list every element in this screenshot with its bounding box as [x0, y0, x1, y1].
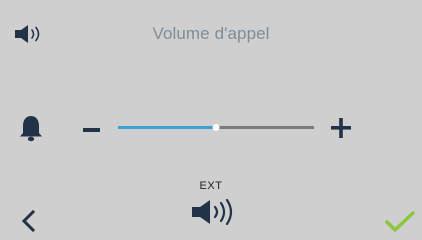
volume-slider-thumb[interactable]: [212, 124, 220, 131]
volume-slider[interactable]: [118, 120, 314, 136]
page-title: Volume d'appel: [152, 24, 270, 43]
volume-increase-button[interactable]: [330, 117, 352, 139]
chevron-left-icon: [21, 209, 36, 233]
volume-slider-fill: [118, 126, 216, 129]
minus-icon: [83, 128, 100, 132]
confirm-button[interactable]: [384, 210, 416, 236]
volume-decrease-button[interactable]: [82, 126, 102, 134]
bell-icon: [18, 114, 44, 142]
external-speaker-button[interactable]: [192, 198, 240, 226]
output-label: EXT: [199, 180, 223, 192]
call-volume-screen: Volume d'appel EXT: [0, 0, 422, 240]
back-button[interactable]: [20, 208, 38, 234]
speaker-icon: [192, 198, 233, 226]
plus-icon: [331, 118, 351, 138]
checkmark-icon: [385, 211, 415, 232]
